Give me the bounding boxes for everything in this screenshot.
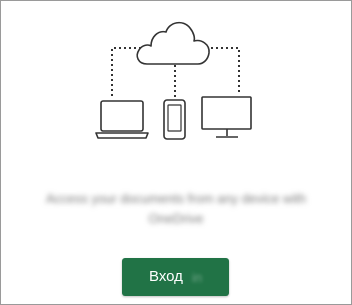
monitor-icon xyxy=(201,96,252,138)
signin-button-trailing-text: in xyxy=(192,270,203,285)
devices-illustration xyxy=(95,21,252,140)
description-text: Access your documents from any device wi… xyxy=(45,191,307,226)
connector-right xyxy=(211,47,240,95)
signin-button-label: Вход xyxy=(149,268,183,285)
signin-panel: Access your documents from any device wi… xyxy=(0,0,352,305)
phone-icon xyxy=(163,99,186,140)
cloud-icon xyxy=(136,21,210,65)
signin-button[interactable]: Вход in xyxy=(122,258,229,296)
laptop-icon xyxy=(95,100,149,139)
